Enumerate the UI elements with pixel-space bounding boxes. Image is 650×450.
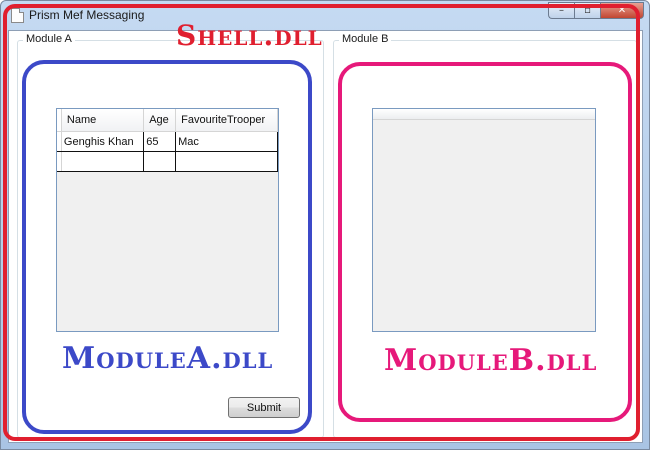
module-a-annotation-frame: [22, 60, 312, 434]
module-a-dll-annotation: ModuleA.dll: [62, 341, 274, 376]
shell-dll-annotation: Shell.dll: [176, 19, 323, 52]
module-b-dll-annotation: ModuleB.dll: [384, 343, 598, 378]
